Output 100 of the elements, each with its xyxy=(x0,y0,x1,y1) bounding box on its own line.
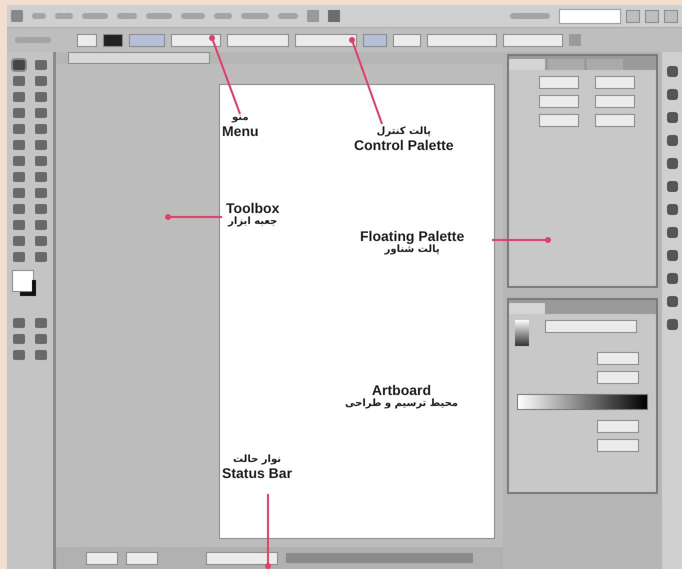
input-field[interactable] xyxy=(538,114,579,127)
input-field[interactable] xyxy=(594,114,635,127)
tool-icon[interactable] xyxy=(34,124,47,134)
tool-icon[interactable] xyxy=(12,350,25,360)
callout-label: نوار حالت xyxy=(233,454,282,465)
tool-icon[interactable] xyxy=(34,140,47,150)
callout-label: منو xyxy=(232,112,249,123)
tool-icon[interactable] xyxy=(12,156,25,166)
tool-icon[interactable] xyxy=(34,252,47,262)
callout-label: پالت کنترل xyxy=(376,126,431,137)
weight-field[interactable] xyxy=(171,34,221,46)
panel-icon[interactable] xyxy=(666,204,678,215)
minimize-button[interactable] xyxy=(626,10,640,22)
tool-icon[interactable] xyxy=(34,60,47,70)
fill-color-box[interactable] xyxy=(12,270,34,292)
input-field[interactable] xyxy=(596,439,639,452)
callout-label: Control Palette xyxy=(354,137,454,153)
tool-icon[interactable] xyxy=(12,92,25,102)
tool-icon[interactable] xyxy=(12,188,25,198)
input-field[interactable] xyxy=(538,76,579,89)
menu-item[interactable] xyxy=(117,13,137,19)
panel-icon[interactable] xyxy=(666,89,678,100)
tool-icon[interactable] xyxy=(12,172,25,182)
preferences-button[interactable] xyxy=(503,34,563,46)
input-field[interactable] xyxy=(538,95,579,108)
maximize-button[interactable] xyxy=(645,10,659,22)
artboard-dropdown[interactable] xyxy=(126,552,158,564)
tool-icon[interactable] xyxy=(12,76,25,86)
callout-label: Menu xyxy=(222,123,259,139)
callout-label: محیط ترسیم و طراحی xyxy=(345,398,458,409)
tool-icon[interactable] xyxy=(34,156,47,166)
input-field[interactable] xyxy=(594,95,635,108)
callout-label: Status Bar xyxy=(222,465,292,481)
callout-label: Floating Palette xyxy=(360,228,464,244)
callout-label: پالت شناور xyxy=(384,244,440,255)
document-tab[interactable] xyxy=(68,52,210,64)
tool-icon[interactable] xyxy=(34,76,47,86)
tool-icon[interactable] xyxy=(12,140,25,150)
tool-icon[interactable] xyxy=(12,60,25,70)
gradient-swatch[interactable] xyxy=(514,320,529,346)
fill-swatch[interactable] xyxy=(77,34,97,46)
document-setup-button[interactable] xyxy=(427,34,497,46)
input-field[interactable] xyxy=(596,371,639,384)
input-field[interactable] xyxy=(596,352,639,365)
type-dropdown[interactable] xyxy=(544,320,637,333)
panel-icon[interactable] xyxy=(666,135,678,146)
menu-item[interactable] xyxy=(181,13,205,19)
arrow xyxy=(492,237,551,243)
style-dropdown[interactable] xyxy=(295,34,357,46)
status-dropdown[interactable] xyxy=(206,552,278,564)
tool-icon[interactable] xyxy=(34,350,47,360)
tool-icon[interactable] xyxy=(34,172,47,182)
stroke-swatch[interactable] xyxy=(103,34,123,46)
callout-label: Toolbox xyxy=(226,200,280,216)
panel-icon[interactable] xyxy=(666,181,678,192)
tool-icon[interactable] xyxy=(34,188,47,198)
tool-icon[interactable] xyxy=(34,236,47,246)
arrow xyxy=(165,214,222,220)
menu-item[interactable] xyxy=(278,13,298,19)
zoom-dropdown[interactable] xyxy=(86,552,118,564)
callout-label: Artboard xyxy=(372,382,432,398)
menu-item[interactable] xyxy=(55,13,73,19)
callout-label: جعبه ابزار xyxy=(228,216,278,227)
close-button[interactable] xyxy=(664,10,678,22)
tool-icon[interactable] xyxy=(12,220,25,230)
tool-icon[interactable] xyxy=(12,204,25,214)
panel-icon[interactable] xyxy=(666,227,678,238)
tool-icon[interactable] xyxy=(34,204,47,214)
input-field[interactable] xyxy=(596,420,639,433)
style-field[interactable] xyxy=(393,34,421,46)
brush-dropdown[interactable] xyxy=(227,34,289,46)
tool-icon[interactable] xyxy=(34,318,47,328)
menu-item[interactable] xyxy=(32,13,46,19)
tool-icon[interactable] xyxy=(12,236,25,246)
opacity-dropdown[interactable] xyxy=(363,34,387,46)
panel-icon[interactable] xyxy=(666,112,678,123)
panel-icon[interactable] xyxy=(666,250,678,261)
tool-icon[interactable] xyxy=(34,220,47,230)
menu-item[interactable] xyxy=(82,13,108,19)
input-field[interactable] xyxy=(594,76,635,89)
tool-icon[interactable] xyxy=(12,108,25,118)
panel-icon[interactable] xyxy=(666,273,678,284)
menu-item[interactable] xyxy=(241,13,269,19)
panel-icon[interactable] xyxy=(666,319,678,330)
tool-icon[interactable] xyxy=(12,334,25,344)
tool-icon[interactable] xyxy=(12,318,25,328)
panel-icon[interactable] xyxy=(666,158,678,169)
menu-item[interactable] xyxy=(146,13,172,19)
panel-icon[interactable] xyxy=(666,296,678,307)
menu-item[interactable] xyxy=(214,13,232,19)
tool-icon[interactable] xyxy=(34,334,47,344)
tool-icon[interactable] xyxy=(12,252,25,262)
tool-icon[interactable] xyxy=(34,108,47,118)
panel-icon[interactable] xyxy=(666,66,678,77)
tool-icon[interactable] xyxy=(12,124,25,134)
horizontal-scrollbar[interactable] xyxy=(286,553,473,563)
search-field[interactable] xyxy=(559,8,621,24)
stroke-dropdown[interactable] xyxy=(129,34,165,46)
stroke-color-box[interactable] xyxy=(20,280,36,296)
tool-icon[interactable] xyxy=(34,92,47,102)
